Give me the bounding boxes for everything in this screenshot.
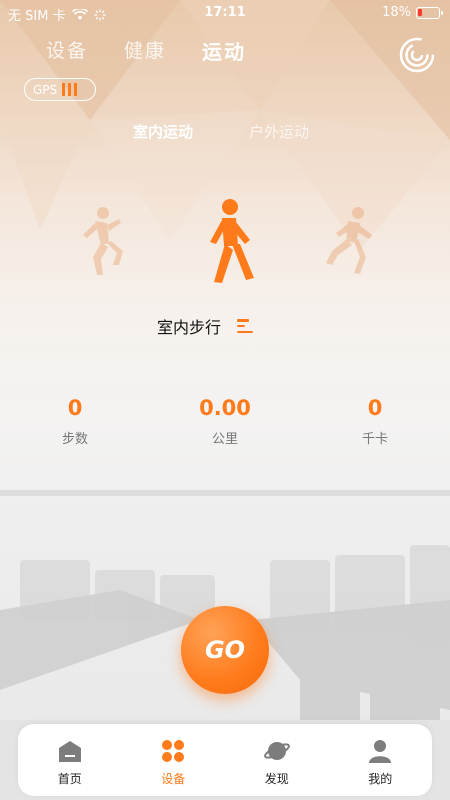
planet-icon (263, 742, 290, 760)
top-tab-bar: 设备 健康 运动 (46, 36, 246, 65)
tabbar-label-home: 首页 (57, 772, 82, 786)
stat-steps: 0 步数 (25, 396, 125, 447)
battery-icon (416, 6, 443, 19)
tabbar-label-profile: 我的 (368, 772, 393, 786)
go-button[interactable]: GO (181, 606, 269, 694)
stat-steps-value: 0 (67, 396, 83, 420)
profile-icon (369, 740, 392, 763)
tab-indoor-sport[interactable]: 室内运动 (133, 121, 193, 142)
tab-health[interactable]: 健康 (124, 36, 166, 65)
gps-signal-badge: GPS (24, 78, 96, 101)
tabbar-label-discover: 发现 (264, 772, 289, 786)
sport-mode-selector[interactable]: 室内步行 (157, 314, 254, 338)
tabbar-item-profile[interactable]: 我的 (329, 724, 433, 796)
stat-distance: 0.00 公里 (175, 396, 275, 447)
tab-device[interactable]: 设备 (46, 36, 88, 65)
tabbar-item-home[interactable]: 首页 (18, 724, 122, 796)
climbing-figure-icon[interactable] (73, 205, 125, 277)
stat-calories-value: 0 (367, 396, 383, 420)
activity-ring-icon[interactable] (398, 36, 436, 74)
stat-distance-unit: 公里 (211, 432, 238, 447)
bottom-tab-bar: 首页 设备 发现 我的 (18, 724, 432, 796)
tabbar-item-discover[interactable]: 发现 (225, 724, 329, 796)
tabbar-label-device: 设备 (161, 772, 186, 786)
home-icon (58, 741, 81, 762)
stat-distance-value: 0.00 (199, 396, 251, 420)
gps-label: GPS (33, 82, 58, 97)
gps-signal-bars-icon (62, 83, 78, 96)
walking-figure-icon[interactable] (196, 198, 260, 284)
tab-sport[interactable]: 运动 (202, 36, 246, 65)
sport-mode-label: 室内步行 (157, 318, 222, 337)
device-icon (162, 740, 185, 762)
status-bar: 无 SIM 卡 17:11 18% (0, 0, 450, 26)
stat-calories-unit: 千卡 (361, 432, 388, 447)
running-figure-icon[interactable] (322, 205, 378, 275)
tabbar-item-device[interactable]: 设备 (122, 724, 226, 796)
battery-percent: 18% (382, 5, 411, 20)
menu-icon[interactable] (237, 319, 254, 333)
tab-outdoor-sport[interactable]: 户外运动 (249, 121, 309, 142)
stat-calories: 0 千卡 (325, 396, 425, 447)
stat-steps-unit: 步数 (61, 432, 88, 447)
